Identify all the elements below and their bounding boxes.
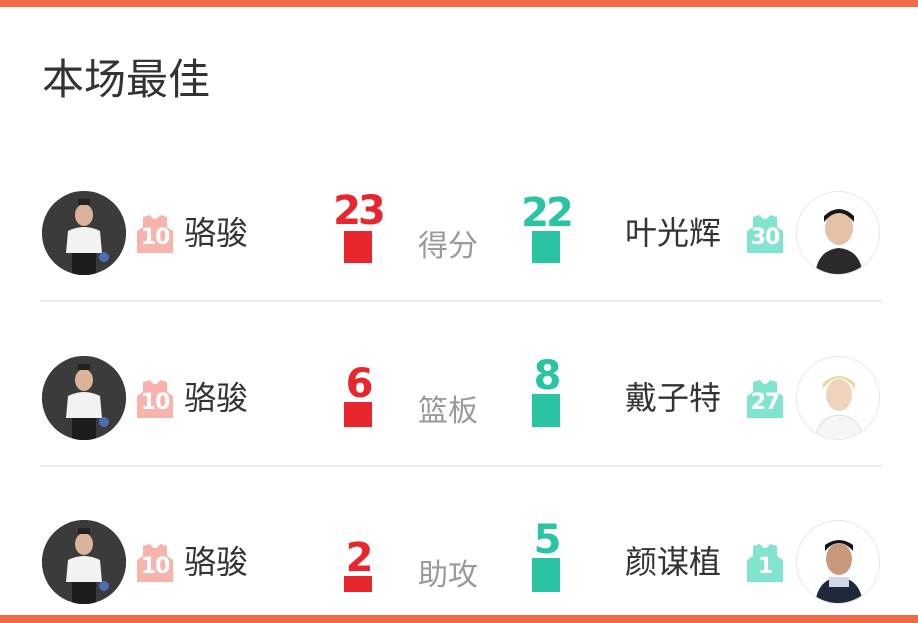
home-stat-value: 23 [333,188,386,234]
stat-row-points[interactable]: 10 骆骏 23 得分 22 叶光辉 30 [0,145,918,285]
away-player-name[interactable]: 叶光辉 [625,211,721,255]
away-player-avatar[interactable] [796,191,880,275]
home-jersey-number-badge: 10 [137,213,173,253]
home-stat-bar [344,576,372,592]
stat-label: 助攻 [418,558,478,593]
stat-label: 篮板 [418,394,478,429]
home-stat-value: 6 [345,361,374,407]
stat-row-rebounds[interactable]: 10 骆骏 6 篮板 8 戴子特 27 [0,310,918,450]
row-divider [40,300,882,302]
home-player-avatar[interactable] [42,520,126,604]
away-stat-value: 5 [533,517,562,563]
stat-label: 得分 [418,229,478,264]
away-jersey-number-badge: 1 [747,542,783,582]
home-player-name[interactable]: 骆骏 [184,540,248,584]
away-stat-value: 8 [533,353,562,399]
home-player-avatar[interactable] [42,356,126,440]
away-stat-value: 22 [521,190,574,236]
away-player-name[interactable]: 颜谋植 [625,540,721,584]
away-stat-bar [532,558,560,592]
page-title: 本场最佳 [42,55,211,104]
away-jersey-number-badge: 27 [747,378,783,418]
home-player-avatar[interactable] [42,191,126,275]
away-player-avatar[interactable] [796,520,880,604]
away-player-name[interactable]: 戴子特 [625,376,721,420]
home-player-name[interactable]: 骆骏 [184,376,248,420]
home-jersey-number-badge: 10 [137,542,173,582]
away-jersey-number-badge: 30 [747,213,783,253]
away-stat-bar [532,231,560,263]
stat-row-assists[interactable]: 10 骆骏 2 助攻 5 颜谋植 1 [0,474,918,614]
home-jersey-number-badge: 10 [137,378,173,418]
row-divider [40,465,882,467]
home-stat-bar [344,402,372,427]
top-accent-bar [0,0,918,7]
home-stat-value: 2 [345,535,374,581]
away-stat-bar [532,394,560,427]
home-stat-bar [344,231,372,263]
home-player-name[interactable]: 骆骏 [184,211,248,255]
away-player-avatar[interactable] [796,356,880,440]
bottom-accent-bar [0,615,918,623]
